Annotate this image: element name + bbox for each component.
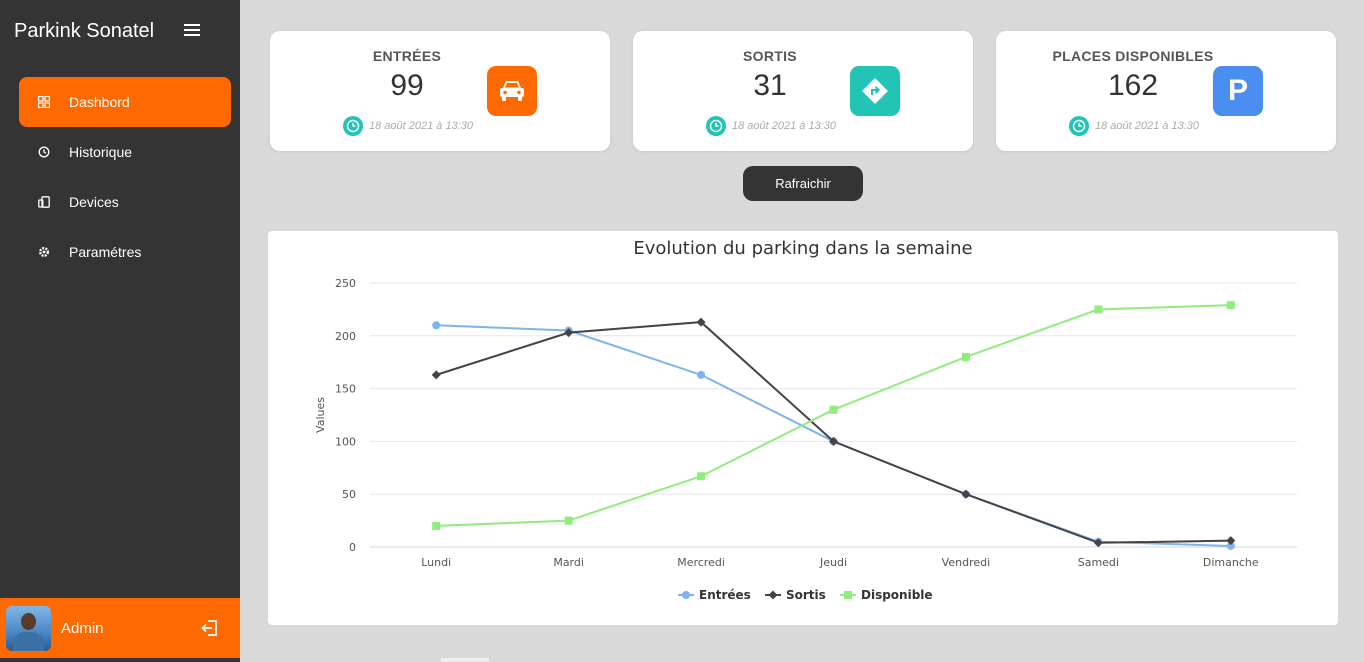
avatar[interactable] <box>6 605 51 651</box>
x-tick-label: Samedi <box>1078 556 1119 569</box>
y-tick-label: 250 <box>335 277 356 290</box>
scrollbar-thumb[interactable] <box>441 658 489 662</box>
refresh-button[interactable]: Rafraichir <box>743 166 863 201</box>
data-point <box>431 370 441 380</box>
y-tick-label: 150 <box>335 383 356 396</box>
sidebar: Parkink Sonatel Dashbord Historique Devi… <box>0 0 240 662</box>
data-point <box>961 489 971 499</box>
x-tick-label: Vendredi <box>942 556 990 569</box>
card-value: 162 <box>1107 69 1159 102</box>
user-panel: Admin <box>0 598 240 658</box>
data-point <box>697 370 706 379</box>
card-title: SORTIS <box>743 48 797 64</box>
sidebar-nav: Dashbord Historique Devices Paramétres <box>19 77 231 277</box>
sidebar-item-label: Paramétres <box>69 244 142 260</box>
x-tick-label: Jeudi <box>819 556 847 569</box>
data-point <box>432 521 441 530</box>
legend-label: Entrées <box>699 588 751 602</box>
legend-label: Disponible <box>861 588 933 602</box>
card-timestamp: 18 août 2021 à 13:30 <box>343 116 473 136</box>
sidebar-item-historique[interactable]: Historique <box>19 127 231 177</box>
directions-icon <box>850 66 900 116</box>
sidebar-item-label: Devices <box>69 194 119 210</box>
history-icon <box>38 146 50 158</box>
dashboard-icon <box>38 96 50 108</box>
legend-marker <box>768 590 778 600</box>
settings-icon <box>38 246 50 258</box>
y-axis-label: Values <box>314 397 327 433</box>
series-line <box>436 324 1231 547</box>
y-tick-label: 50 <box>342 488 356 501</box>
data-point <box>961 352 970 361</box>
sidebar-item-label: Historique <box>69 144 133 160</box>
chart-panel: Evolution du parking dans la semaine 0 50… <box>268 231 1338 625</box>
card-timestamp: 18 août 2021 à 13:30 <box>1069 116 1199 136</box>
sidebar-item-devices[interactable]: Devices <box>19 177 231 227</box>
series-line <box>436 304 1231 527</box>
data-point <box>1226 301 1235 310</box>
clock-icon <box>343 116 363 136</box>
card-value: 31 <box>753 69 787 102</box>
data-point <box>432 321 441 330</box>
card-timestamp: 18 août 2021 à 13:30 <box>706 116 836 136</box>
data-point <box>1094 305 1103 314</box>
line-chart: 0 50 100 150 200 250 Lundi Mardi Mercredi Jeudi Ve… <box>314 277 1297 602</box>
y-tick-label: 100 <box>335 435 356 448</box>
brand-title: Parkink Sonatel <box>14 20 155 42</box>
y-tick-label: 200 <box>335 330 356 343</box>
devices-icon <box>38 196 50 208</box>
x-tick-label: Lundi <box>421 556 451 569</box>
sidebar-item-dashboard[interactable]: Dashbord <box>19 77 231 127</box>
entries-card: ENTRÉES 99 18 août 2021 à 13:30 <box>270 31 610 151</box>
logout-icon[interactable] <box>200 618 220 643</box>
clock-icon <box>1069 116 1089 136</box>
user-name: Admin <box>61 619 104 637</box>
data-point <box>829 405 838 414</box>
card-title: ENTRÉES <box>372 48 442 64</box>
clock-icon <box>706 116 726 136</box>
legend-marker <box>682 591 690 599</box>
car-icon <box>487 66 537 116</box>
series-line <box>435 321 1231 544</box>
exits-card: SORTIS 31 18 août 2021 à 13:30 <box>633 31 973 151</box>
parking-icon: P <box>1213 66 1263 116</box>
sidebar-item-label: Dashbord <box>69 94 130 110</box>
x-tick-label: Dimanche <box>1203 556 1259 569</box>
available-card: PLACES DISPONIBLES 162 P 18 août 2021 à … <box>996 31 1336 151</box>
x-tick-label: Mercredi <box>677 556 725 569</box>
y-tick-label: 0 <box>349 541 356 554</box>
menu-toggle-icon[interactable] <box>184 24 200 38</box>
data-point <box>697 472 706 481</box>
x-tick-label: Mardi <box>553 556 584 569</box>
legend-marker <box>844 591 852 599</box>
data-point <box>564 516 573 525</box>
card-value: 99 <box>390 69 424 102</box>
legend-label: Sortis <box>786 588 826 602</box>
card-title: PLACES DISPONIBLES <box>1052 48 1214 64</box>
sidebar-item-parametres[interactable]: Paramétres <box>19 227 231 277</box>
